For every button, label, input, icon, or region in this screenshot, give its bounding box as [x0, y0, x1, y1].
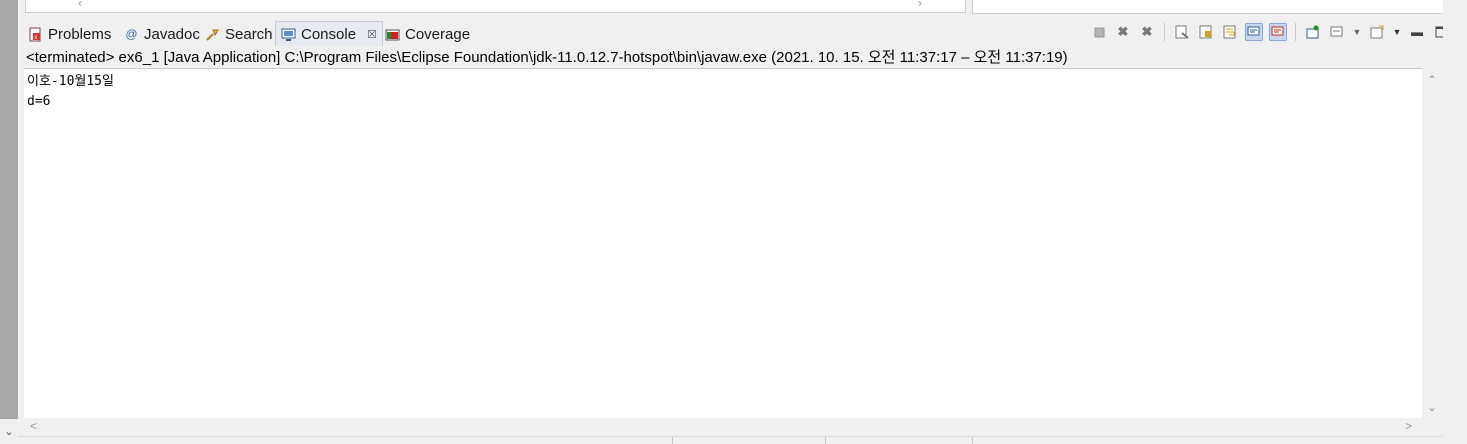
javadoc-icon: @ — [125, 27, 138, 41]
pin-console-icon[interactable] — [1304, 23, 1322, 41]
tab-coverage[interactable]: Coverage — [385, 22, 470, 46]
minimize-icon[interactable]: ▬ — [1408, 23, 1426, 41]
scroll-lock-icon[interactable] — [1197, 23, 1215, 41]
tab-label: Search — [225, 25, 273, 43]
scrollbar-corner — [1422, 418, 1443, 436]
toolbar-separator — [1164, 23, 1165, 41]
show-on-stdout-icon[interactable] — [1245, 23, 1263, 41]
scroll-down-icon[interactable]: ⌄ — [1427, 400, 1437, 414]
chevron-down-icon[interactable]: ⌄ — [0, 419, 18, 443]
outline-pane-bottom — [972, 0, 1445, 14]
console-status-line: <terminated> ex6_1 [Java Application] C:… — [24, 47, 1446, 68]
tab-label: Javadoc — [144, 25, 200, 43]
tab-javadoc[interactable]: @ Javadoc — [124, 22, 200, 46]
horizontal-scrollbar[interactable]: < > — [24, 418, 1422, 436]
right-gutter — [1443, 0, 1467, 443]
tab-label: Problems — [48, 25, 112, 43]
tab-problems[interactable]: x Problems — [28, 22, 111, 46]
tab-label: Coverage — [405, 25, 471, 43]
remove-launch-icon[interactable]: ✖ — [1114, 23, 1132, 41]
scroll-right-icon[interactable]: > — [1405, 419, 1412, 433]
coverage-icon — [385, 27, 400, 42]
console-line: d=6 — [27, 94, 51, 109]
console-output-area[interactable]: 이호-10월15일 d=6 — [24, 68, 1422, 419]
display-selected-console-icon[interactable] — [1328, 23, 1346, 41]
left-gutter — [0, 0, 18, 419]
console-icon — [281, 27, 296, 42]
scroll-left-icon[interactable]: < — [30, 419, 37, 433]
chevron-down-icon[interactable]: ▼ — [1392, 23, 1402, 41]
search-icon — [205, 27, 220, 42]
tab-console[interactable]: Console ☒ — [275, 21, 383, 46]
tab-label: Console — [301, 25, 357, 43]
console-toolbar: ✖ ✖ ▼ ▼ ▬ — [1090, 22, 1450, 42]
scroll-right-icon[interactable]: › — [918, 0, 922, 10]
tab-search[interactable]: Search — [205, 22, 273, 46]
clear-console-icon[interactable] — [1173, 23, 1191, 41]
scroll-left-icon[interactable]: ‹ — [78, 0, 82, 10]
chevron-down-icon[interactable]: ▼ — [1352, 23, 1362, 41]
show-on-stderr-icon[interactable] — [1269, 23, 1287, 41]
remove-all-terminated-icon[interactable]: ✖ — [1138, 23, 1156, 41]
scroll-up-icon[interactable]: ⌃ — [1427, 73, 1437, 87]
editor-pane-bottom: ‹ › — [25, 0, 966, 13]
close-icon[interactable]: ☒ — [367, 28, 377, 41]
open-console-icon[interactable] — [1368, 23, 1386, 41]
vertical-scrollbar[interactable]: ⌃ ⌄ — [1422, 69, 1443, 418]
console-line: 이호-10월15일 — [27, 74, 114, 89]
svg-text:x: x — [34, 35, 37, 41]
word-wrap-icon[interactable] — [1221, 23, 1239, 41]
terminate-icon[interactable] — [1090, 23, 1108, 41]
toolbar-separator — [1295, 23, 1296, 41]
problems-icon: x — [28, 27, 43, 42]
